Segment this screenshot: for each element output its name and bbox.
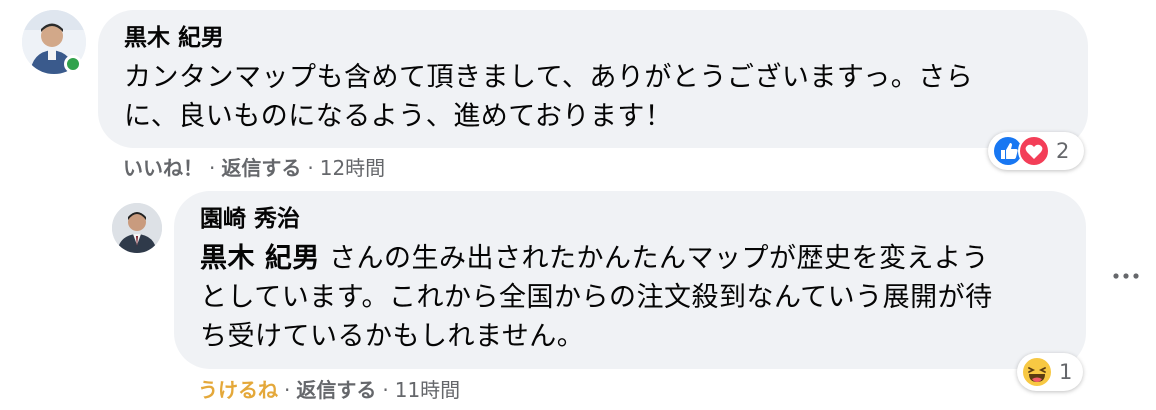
- comment-bubble: 黒木 紀男 カンタンマップも含めて頂きまして、ありがとうございますっ。さら に、…: [98, 10, 1088, 148]
- love-icon: [1018, 135, 1050, 167]
- like-button[interactable]: いいね！: [123, 156, 203, 180]
- reply-button[interactable]: 返信する: [221, 156, 301, 180]
- comment-timestamp[interactable]: 12時間: [320, 156, 385, 180]
- avatar[interactable]: [112, 203, 162, 253]
- comment-actions: いいね！ · 返信する · 12時間: [123, 152, 385, 181]
- reply-text-line: ち受けているかもしれません。: [200, 321, 585, 352]
- reaction-count: 2: [1056, 139, 1070, 163]
- comment-text-line: に、良いものになるよう、進めております！: [124, 101, 673, 132]
- reply-button[interactable]: 返信する: [296, 378, 376, 402]
- separator: ·: [307, 156, 314, 180]
- reply-text-line: としています。これから全国からの注文殺到なんていう展開が待: [200, 282, 993, 313]
- more-options-icon[interactable]: [1110, 266, 1142, 286]
- reply-timestamp[interactable]: 11時間: [395, 378, 460, 402]
- reply-actions: うけるね · 返信する · 11時間: [198, 374, 460, 403]
- separator: ·: [284, 378, 291, 402]
- mention-link[interactable]: 黒木 紀男: [200, 243, 320, 274]
- comment-author[interactable]: 黒木 紀男: [124, 24, 1062, 52]
- haha-icon: [1021, 356, 1053, 388]
- online-status-indicator: [64, 55, 82, 73]
- separator: ·: [382, 378, 389, 402]
- comment-text: カンタンマップも含めて頂きまして、ありがとうございますっ。さら に、良いものにな…: [124, 58, 1062, 136]
- reply-author[interactable]: 園崎 秀治: [200, 205, 1060, 233]
- reply-text-segment: さんの生み出されたかんたんマップが歴史を変えよう: [319, 243, 989, 274]
- comment-text-line: カンタンマップも含めて頂きまして、ありがとうございますっ。さら: [124, 62, 974, 93]
- reply-text: 黒木 紀男 さんの生み出されたかんたんマップが歴史を変えよう としています。これ…: [200, 239, 1060, 356]
- separator: ·: [209, 156, 216, 180]
- haha-reaction-button[interactable]: うけるね: [198, 378, 278, 402]
- reaction-summary[interactable]: 1: [1017, 353, 1083, 391]
- reply-bubble: 園崎 秀治 黒木 紀男 さんの生み出されたかんたんマップが歴史を変えよう として…: [174, 191, 1086, 369]
- reaction-count: 1: [1059, 360, 1073, 384]
- reaction-summary[interactable]: 2: [988, 132, 1084, 170]
